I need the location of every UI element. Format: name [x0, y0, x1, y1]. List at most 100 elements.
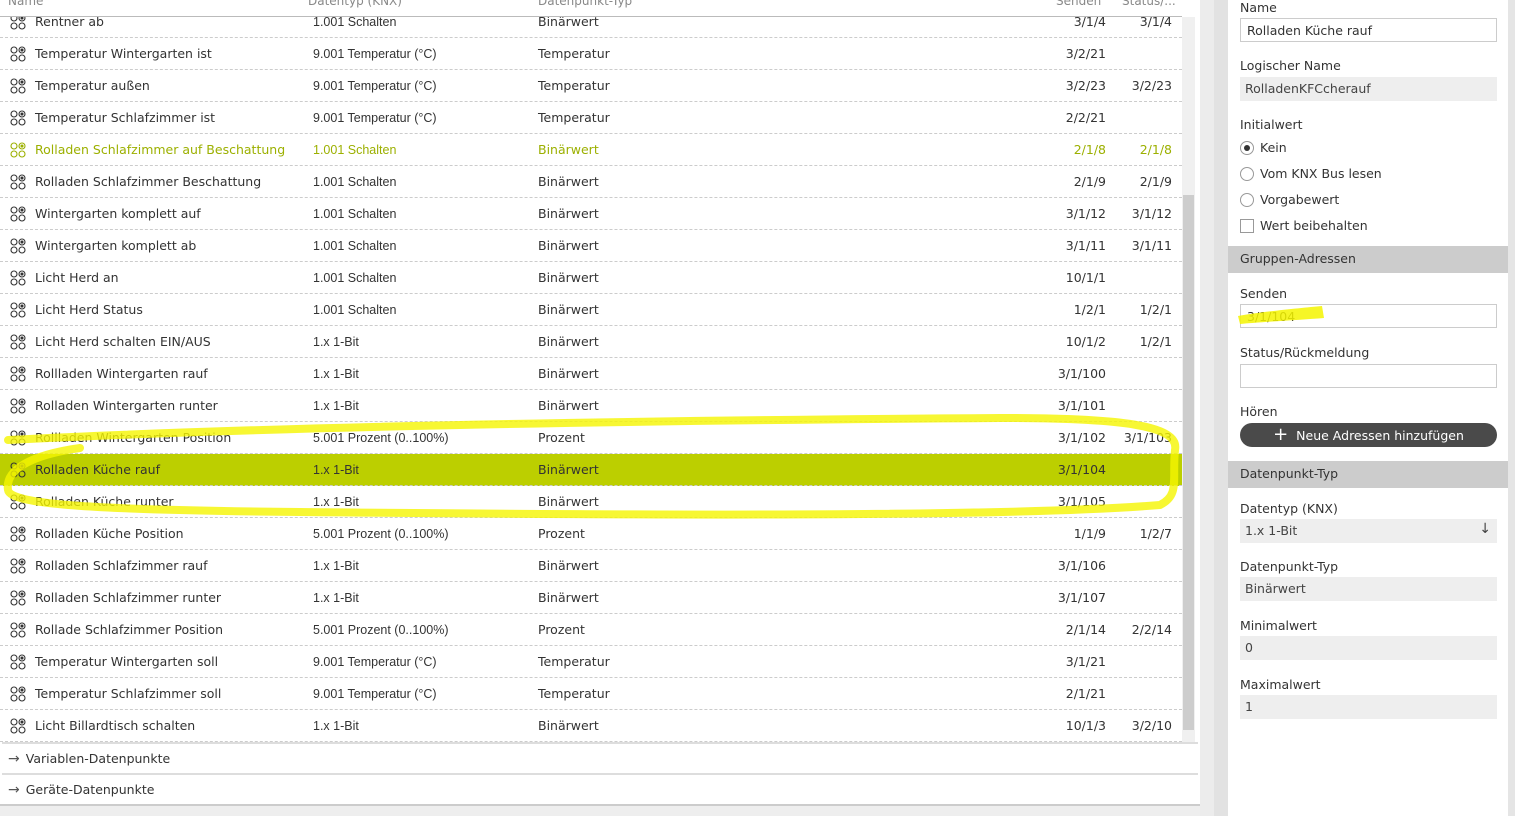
row-dpt: Binärwert [538, 270, 599, 285]
table-row[interactable]: Rollladen Wintergarten Position 5.001 Pr… [0, 422, 1182, 454]
datapoint-icon [10, 494, 26, 513]
row-dpt: Binärwert [538, 494, 599, 509]
row-name: Rolladen Schlafzimmer runter [35, 590, 222, 605]
panel-border [1508, 0, 1515, 816]
table-row[interactable]: Temperatur Schlafzimmer ist 9.001 Temper… [0, 102, 1182, 134]
table-row[interactable]: Licht Herd an 1.001 Schalten Binärwert 1… [0, 262, 1182, 294]
row-name: Wintergarten komplett ab [35, 238, 197, 253]
table-header: Name Datentyp (KNX) Datenpunkt-Typ Sende… [0, 0, 1182, 17]
row-datentyp: 1.x 1-Bit [313, 558, 359, 573]
row-name: Rollladen Wintergarten rauf [35, 366, 208, 381]
row-datentyp: 1.x 1-Bit [313, 590, 359, 605]
col-dpt[interactable]: Datenpunkt-Typ [538, 0, 632, 8]
table-row[interactable]: Rolladen Schlafzimmer runter 1.x 1-Bit B… [0, 582, 1182, 614]
table-row[interactable]: Temperatur Wintergarten soll 9.001 Tempe… [0, 646, 1182, 678]
row-dpt: Binärwert [538, 558, 599, 573]
list-scrollbar[interactable] [1182, 17, 1195, 742]
table-row[interactable]: Rolladen Küche rauf 1.x 1-Bit Binärwert … [0, 454, 1182, 486]
dpt-label: Datenpunkt-Typ [1240, 559, 1339, 574]
row-dpt: Binärwert [538, 206, 599, 221]
col-senden[interactable]: Senden [1056, 0, 1101, 8]
col-datentyp[interactable]: Datentyp (KNX) [308, 0, 402, 8]
row-datentyp: 9.001 Temperatur (°C) [313, 46, 437, 61]
table-row[interactable]: Rollladen Wintergarten rauf 1.x 1-Bit Bi… [0, 358, 1182, 390]
col-name[interactable]: Name [8, 0, 43, 8]
name-input[interactable]: Rolladen Küche rauf [1240, 18, 1497, 42]
section-variablen-datenpunkte[interactable]: → Variablen-Datenpunkte [2, 742, 1198, 773]
row-dpt: Temperatur [538, 654, 610, 669]
table-row[interactable]: Wintergarten komplett auf 1.001 Schalten… [0, 198, 1182, 230]
radio-kein[interactable]: Kein [1240, 140, 1287, 155]
row-dpt: Binärwert [538, 398, 599, 413]
row-dpt: Prozent [538, 622, 585, 637]
section-label: Variablen-Datenpunkte [25, 751, 171, 766]
row-senden: 2/1/21 [1065, 686, 1106, 701]
panel-scrollbar[interactable] [1214, 0, 1228, 816]
row-dpt: Binärwert [538, 238, 599, 253]
scrollbar-thumb[interactable] [1183, 195, 1194, 730]
table-row[interactable]: Licht Herd Status 1.001 Schalten Binärwe… [0, 294, 1182, 326]
table-row[interactable]: Rolladen Wintergarten runter 1.x 1-Bit B… [0, 390, 1182, 422]
status-label: Status/Rückmeldung [1240, 345, 1370, 360]
row-senden: 10/1/1 [1065, 270, 1106, 285]
radio-vorgabewert[interactable]: Vorgabewert [1240, 192, 1339, 207]
row-datentyp: 9.001 Temperatur (°C) [313, 654, 437, 669]
table-row[interactable]: Licht Herd schalten EIN/AUS 1.x 1-Bit Bi… [0, 326, 1182, 358]
table-row[interactable]: Rolladen Küche runter 1.x 1-Bit Binärwer… [0, 486, 1182, 518]
row-senden: 3/1/100 [1057, 366, 1106, 381]
row-datentyp: 1.x 1-Bit [313, 366, 359, 381]
row-dpt: Binärwert [538, 334, 599, 349]
row-name: Rolladen Wintergarten runter [35, 398, 218, 413]
min-field: 0 [1240, 636, 1497, 660]
table-row[interactable]: Temperatur Schlafzimmer soll 9.001 Tempe… [0, 678, 1182, 710]
row-name: Licht Billardtisch schalten [35, 718, 196, 733]
max-label: Maximalwert [1240, 677, 1321, 692]
row-dpt: Binärwert [538, 174, 599, 189]
table-row[interactable]: Rolladen Schlafzimmer auf Beschattung 1.… [0, 134, 1182, 166]
row-datentyp: 9.001 Temperatur (°C) [313, 686, 437, 701]
row-dpt: Temperatur [538, 46, 610, 61]
properties-panel: Name Rolladen Küche rauf Logischer Name … [1228, 0, 1508, 816]
row-status: 2/1/9 [1139, 174, 1172, 189]
row-datentyp: 1.001 Schalten [313, 174, 397, 189]
datapoint-icon [10, 110, 26, 129]
datapoint-icon [10, 558, 26, 577]
divider [1200, 0, 1228, 816]
row-status: 3/1/12 [1131, 206, 1172, 221]
group-addresses-header: Gruppen-Adressen [1228, 246, 1508, 273]
row-senden: 2/1/8 [1073, 142, 1106, 157]
table-row[interactable]: Rollade Schlafzimmer Position 5.001 Proz… [0, 614, 1182, 646]
add-address-button[interactable]: + Neue Adressen hinzufügen [1240, 423, 1497, 447]
table-row[interactable]: Rolladen Schlafzimmer rauf 1.x 1-Bit Bin… [0, 550, 1182, 582]
table-row[interactable]: Temperatur Wintergarten ist 9.001 Temper… [0, 38, 1182, 70]
section-geraete-datenpunkte[interactable]: → Geräte-Datenpunkte [2, 773, 1198, 804]
table-row[interactable]: Licht Billardtisch schalten 1.x 1-Bit Bi… [0, 710, 1182, 742]
table-row[interactable]: Rolladen Schlafzimmer Beschattung 1.001 … [0, 166, 1182, 198]
datapoint-icon [10, 334, 26, 353]
datapoint-icon [10, 430, 26, 449]
row-name: Rolladen Schlafzimmer rauf [35, 558, 208, 573]
keep-value-checkbox[interactable]: Wert beibehalten [1240, 218, 1368, 233]
row-senden: 3/2/23 [1065, 78, 1106, 93]
table-row[interactable]: Rolladen Küche Position 5.001 Prozent (0… [0, 518, 1182, 550]
radio-knx-bus[interactable]: Vom KNX Bus lesen [1240, 166, 1382, 181]
datapoint-icon [10, 302, 26, 321]
row-senden: 2/2/21 [1065, 110, 1106, 125]
send-input[interactable]: 3/1/104 [1240, 304, 1497, 328]
row-name: Temperatur Wintergarten soll [35, 654, 219, 669]
row-datentyp: 5.001 Prozent (0..100%) [313, 526, 449, 541]
knx-type-select[interactable]: 1.x 1-Bit ↓ [1240, 519, 1497, 543]
row-senden: 2/1/9 [1073, 174, 1106, 189]
row-name: Rollade Schlafzimmer Position [35, 622, 224, 637]
table-row[interactable]: Temperatur außen 9.001 Temperatur (°C) T… [0, 70, 1182, 102]
status-input[interactable] [1240, 364, 1497, 388]
row-datentyp: 1.001 Schalten [313, 206, 397, 221]
row-name: Rolladen Küche rauf [35, 462, 160, 477]
datapoint-icon [10, 654, 26, 673]
row-senden: 3/1/21 [1065, 654, 1106, 669]
row-senden: 3/1/107 [1057, 590, 1106, 605]
col-status[interactable]: Status/... [1122, 0, 1176, 8]
table-row[interactable]: Wintergarten komplett ab 1.001 Schalten … [0, 230, 1182, 262]
max-field: 1 [1240, 695, 1497, 719]
datapoint-icon [10, 526, 26, 545]
